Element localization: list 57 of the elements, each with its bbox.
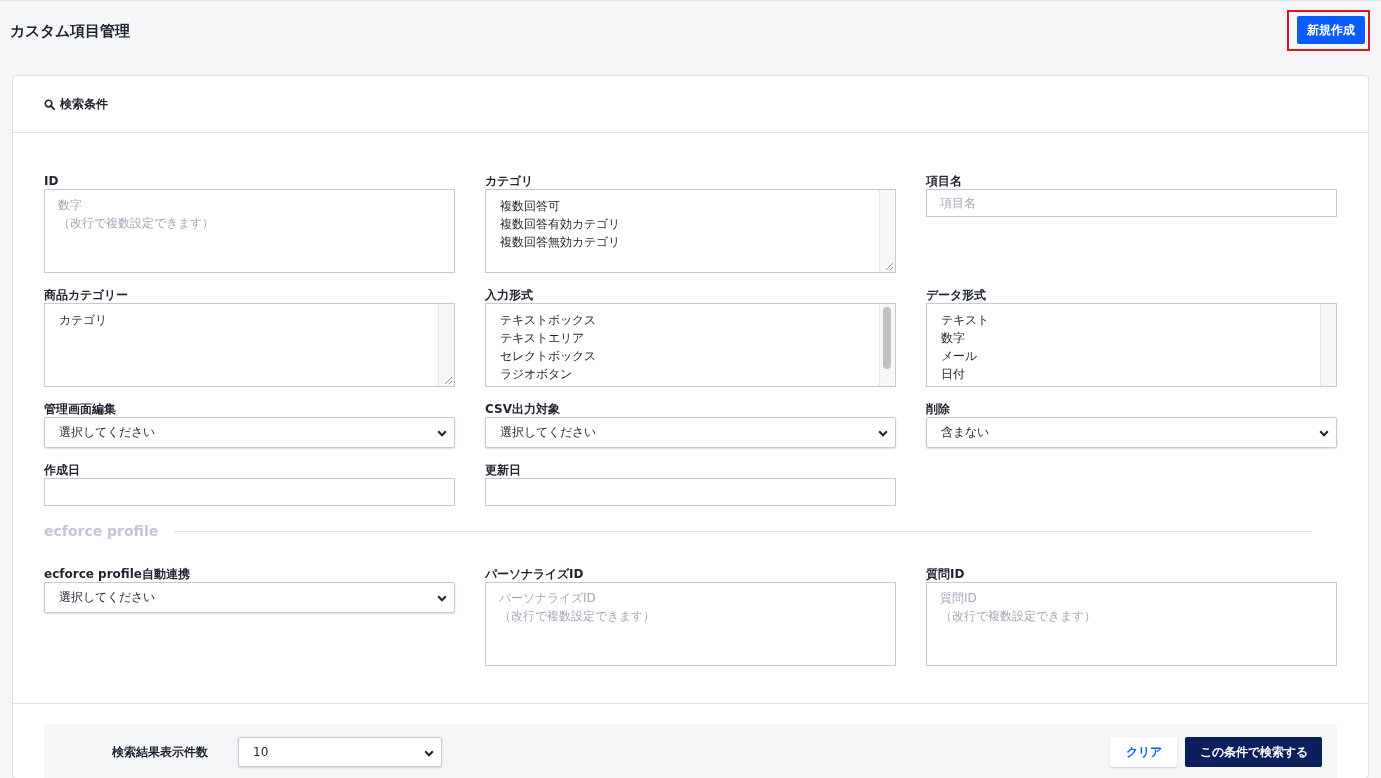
field-label: 商品カテゴリー <box>44 288 128 303</box>
field-label: 管理画面編集 <box>44 402 116 417</box>
list-option[interactable]: 日付 <box>941 365 965 383</box>
list-option[interactable]: テキストエリア <box>500 329 584 347</box>
new-button[interactable]: 新規作成 <box>1297 16 1365 44</box>
chevron-down-icon <box>437 430 447 437</box>
list-option[interactable]: 複数回答無効カテゴリ <box>500 233 620 251</box>
scrollbar[interactable] <box>879 304 895 386</box>
select-field[interactable]: 選択してください <box>44 582 455 613</box>
list-option[interactable]: テキスト <box>941 311 989 329</box>
page-size-label: 検索結果表示件数 <box>112 743 208 761</box>
resize-handle-icon[interactable] <box>884 261 894 271</box>
select-field[interactable]: 選択してください <box>44 417 455 448</box>
search-button[interactable]: この条件で検索する <box>1185 737 1322 767</box>
field-label: 入力形式 <box>485 288 533 303</box>
listbox-field[interactable]: 複数回答可 複数回答有効カテゴリ 複数回答無効カテゴリ <box>485 189 896 273</box>
scrollbar-thumb[interactable] <box>883 307 891 369</box>
field-label: CSV出力対象 <box>485 402 560 417</box>
input-field[interactable] <box>485 478 896 506</box>
field-label: データ形式 <box>926 288 986 303</box>
field-label: 質問ID <box>926 567 965 582</box>
search-icon <box>44 98 55 110</box>
resize-handle-icon[interactable] <box>443 375 453 385</box>
listbox-field[interactable]: テキストボックス テキストエリア セレクトボックス ラジオボタン <box>485 303 896 387</box>
listbox-field[interactable]: カテゴリ <box>44 303 455 387</box>
listbox-field[interactable]: テキスト 数字 メール 日付 <box>926 303 1337 387</box>
chevron-down-icon <box>437 595 447 602</box>
select-field[interactable]: 含まない <box>926 417 1337 448</box>
clear-button[interactable]: クリア <box>1110 737 1177 767</box>
field-label: 作成日 <box>44 463 80 478</box>
field-label: 削除 <box>926 402 950 417</box>
scrollbar[interactable] <box>879 190 895 272</box>
page-title: カスタム項目管理 <box>10 20 130 41</box>
list-option[interactable]: セレクトボックス <box>500 347 596 365</box>
section-title: ecforce profile <box>44 523 159 539</box>
scrollbar[interactable] <box>1320 304 1336 386</box>
list-option[interactable]: カテゴリ <box>59 311 107 329</box>
list-option[interactable]: テキストボックス <box>500 311 596 329</box>
list-option[interactable]: メール <box>941 347 977 365</box>
list-option[interactable]: 複数回答有効カテゴリ <box>500 215 620 233</box>
field-label: パーソナライズID <box>485 567 584 582</box>
input-field[interactable] <box>44 478 455 506</box>
list-option[interactable]: ラジオボタン <box>500 365 572 383</box>
scrollbar[interactable] <box>438 304 454 386</box>
field-label: 更新日 <box>485 463 521 478</box>
field-label: 項目名 <box>926 174 962 189</box>
page-size-select[interactable]: 10 <box>238 737 442 767</box>
list-option[interactable]: 数字 <box>941 329 965 347</box>
field-label: ecforce profile自動連携 <box>44 567 190 582</box>
panel-title: 検索条件 <box>60 95 108 113</box>
field-label: ID <box>44 174 59 189</box>
chevron-down-icon <box>878 430 888 437</box>
field-label: カテゴリ <box>485 174 533 189</box>
list-option[interactable]: 複数回答可 <box>500 197 560 215</box>
select-field[interactable]: 選択してください <box>485 417 896 448</box>
chevron-down-icon <box>424 750 434 757</box>
chevron-down-icon <box>1319 430 1329 437</box>
